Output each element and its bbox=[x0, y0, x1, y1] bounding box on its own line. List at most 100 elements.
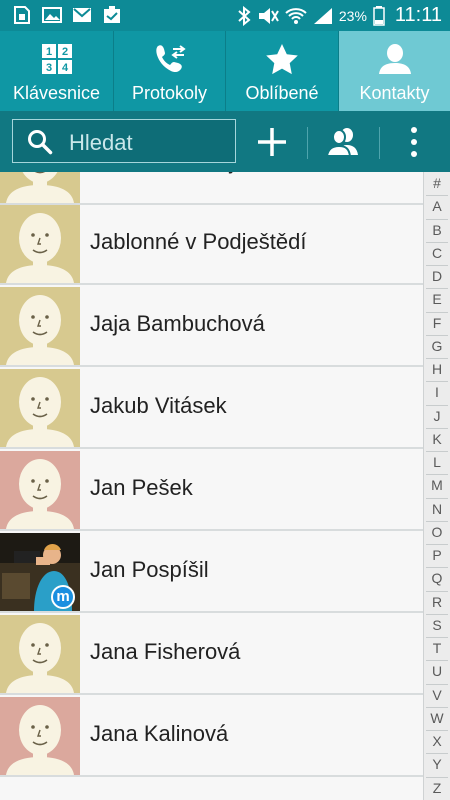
index-divider bbox=[426, 241, 448, 243]
index-letter[interactable]: # bbox=[424, 175, 450, 191]
default-avatar[interactable] bbox=[0, 172, 80, 203]
tab-logs[interactable]: Protokoly bbox=[113, 31, 225, 111]
index-letter[interactable]: J bbox=[424, 408, 450, 424]
contact-list[interactable]: Jabloné v Podj Jablonné v Podještědí Jaja … bbox=[0, 172, 423, 800]
index-letter[interactable]: O bbox=[424, 524, 450, 540]
index-letter[interactable]: Y bbox=[424, 756, 450, 772]
tab-favorites[interactable]: Oblíbené bbox=[225, 31, 338, 111]
contact-name: Jaja Bambuchová bbox=[90, 311, 265, 336]
account-badge-icon: m bbox=[51, 585, 75, 609]
index-divider bbox=[426, 567, 448, 569]
index-divider bbox=[426, 358, 448, 359]
tab-keypad[interactable]: 1 2 3 4 Klávesnice bbox=[0, 31, 113, 111]
default-avatar-icon bbox=[0, 369, 80, 447]
contact-name: Jana Kalinová bbox=[90, 721, 229, 746]
call-log-icon bbox=[155, 45, 186, 73]
index-divider bbox=[426, 195, 448, 197]
index-letter[interactable]: I bbox=[424, 384, 450, 400]
search-input[interactable]: Hledat bbox=[12, 119, 236, 163]
notification-icons bbox=[12, 6, 122, 24]
index-divider bbox=[426, 427, 448, 429]
index-letter[interactable]: C bbox=[424, 245, 450, 261]
status-bar: 23% 11:11 bbox=[0, 0, 450, 31]
contact-row[interactable]: m Jan Pospíšil bbox=[0, 533, 423, 613]
default-avatar[interactable] bbox=[0, 451, 80, 529]
system-icons: 23% 11:11 bbox=[237, 4, 442, 27]
index-divider bbox=[426, 381, 448, 383]
index-letter[interactable]: U bbox=[424, 663, 450, 679]
default-avatar[interactable] bbox=[0, 369, 80, 447]
index-letter[interactable]: D bbox=[424, 268, 450, 284]
search-placeholder: Hledat bbox=[69, 130, 133, 155]
index-divider bbox=[426, 706, 448, 708]
svg-text:1: 1 bbox=[45, 46, 51, 58]
default-avatar[interactable] bbox=[0, 697, 80, 775]
index-letter[interactable]: H bbox=[424, 361, 450, 377]
index-divider bbox=[426, 497, 448, 499]
svg-text:4: 4 bbox=[61, 62, 68, 74]
battery-percent: 23% bbox=[338, 7, 367, 24]
default-avatar-icon bbox=[0, 205, 80, 283]
tab-contacts[interactable]: Kontakty bbox=[338, 31, 450, 111]
alphabet-index[interactable]: # A B C D E F G H I J K L M N O P Q R S T U V W X Y Z bbox=[423, 172, 450, 800]
svg-text:2: 2 bbox=[61, 46, 67, 58]
index-letter[interactable]: G bbox=[424, 338, 450, 354]
signal-icon bbox=[313, 7, 332, 24]
battery-icon bbox=[373, 5, 385, 26]
index-letter[interactable]: M bbox=[424, 477, 450, 493]
contact-row[interactable]: Jana Kalinová bbox=[0, 697, 423, 777]
index-letter[interactable]: N bbox=[424, 501, 450, 517]
index-letter[interactable]: R bbox=[424, 594, 450, 610]
keypad-icon: 1 2 3 4 bbox=[41, 44, 72, 74]
default-avatar[interactable] bbox=[0, 205, 80, 283]
contact-row[interactable]: Jabloné v Podj bbox=[0, 172, 423, 205]
default-avatar-icon bbox=[0, 287, 80, 365]
index-divider bbox=[426, 265, 448, 266]
index-letter[interactable]: Q bbox=[424, 570, 450, 586]
index-letter[interactable]: V bbox=[424, 687, 450, 703]
index-divider bbox=[426, 451, 448, 452]
default-avatar[interactable] bbox=[0, 615, 80, 693]
plus-icon[interactable] bbox=[251, 121, 293, 163]
index-letter[interactable]: W bbox=[424, 710, 450, 726]
gmail-icon bbox=[73, 8, 91, 22]
index-divider bbox=[426, 311, 448, 313]
contacts-toolbar: Hledat bbox=[0, 111, 450, 172]
star-icon bbox=[266, 44, 298, 75]
index-divider bbox=[426, 218, 448, 220]
contact-row[interactable]: Jablonné v Podještědí bbox=[0, 205, 423, 285]
index-divider bbox=[426, 637, 448, 638]
index-letter[interactable]: T bbox=[424, 640, 450, 656]
index-divider bbox=[426, 776, 448, 778]
index-letter[interactable]: F bbox=[424, 315, 450, 331]
index-letter[interactable]: S bbox=[424, 617, 450, 633]
contact-row[interactable]: Jakub Vitásek bbox=[0, 369, 423, 449]
default-avatar[interactable] bbox=[0, 287, 80, 365]
index-letter[interactable]: K bbox=[424, 431, 450, 447]
contact-name: Jan Pešek bbox=[90, 475, 193, 500]
overflow-menu-icon[interactable] bbox=[394, 121, 434, 163]
wifi-icon bbox=[285, 7, 307, 24]
contact-row[interactable]: Jaja Bambuchová bbox=[0, 287, 423, 367]
contact-name: Jana Fisherová bbox=[90, 639, 241, 664]
index-divider bbox=[426, 753, 448, 755]
index-letter[interactable]: L bbox=[424, 454, 450, 470]
index-letter[interactable]: X bbox=[424, 733, 450, 749]
index-letter[interactable]: B bbox=[424, 222, 450, 238]
index-letter[interactable]: P bbox=[424, 547, 450, 563]
default-avatar-icon bbox=[0, 172, 80, 203]
contact-row[interactable]: Jana Fisherová bbox=[0, 615, 423, 695]
contact-row[interactable]: Jan Pešek bbox=[0, 451, 423, 531]
contact-name: Jabloné v Podj bbox=[90, 172, 234, 175]
contact-name: Jakub Vitásek bbox=[90, 393, 227, 418]
index-divider bbox=[426, 730, 448, 731]
index-letter[interactable]: E bbox=[424, 291, 450, 307]
index-letter[interactable]: Z bbox=[424, 780, 450, 796]
clock: 11:11 bbox=[394, 4, 442, 26]
index-divider bbox=[426, 288, 448, 290]
index-letter[interactable]: A bbox=[424, 198, 450, 214]
groups-icon[interactable] bbox=[322, 121, 364, 163]
gallery-icon bbox=[42, 7, 62, 23]
mute-icon bbox=[258, 7, 279, 24]
index-divider bbox=[426, 334, 448, 336]
